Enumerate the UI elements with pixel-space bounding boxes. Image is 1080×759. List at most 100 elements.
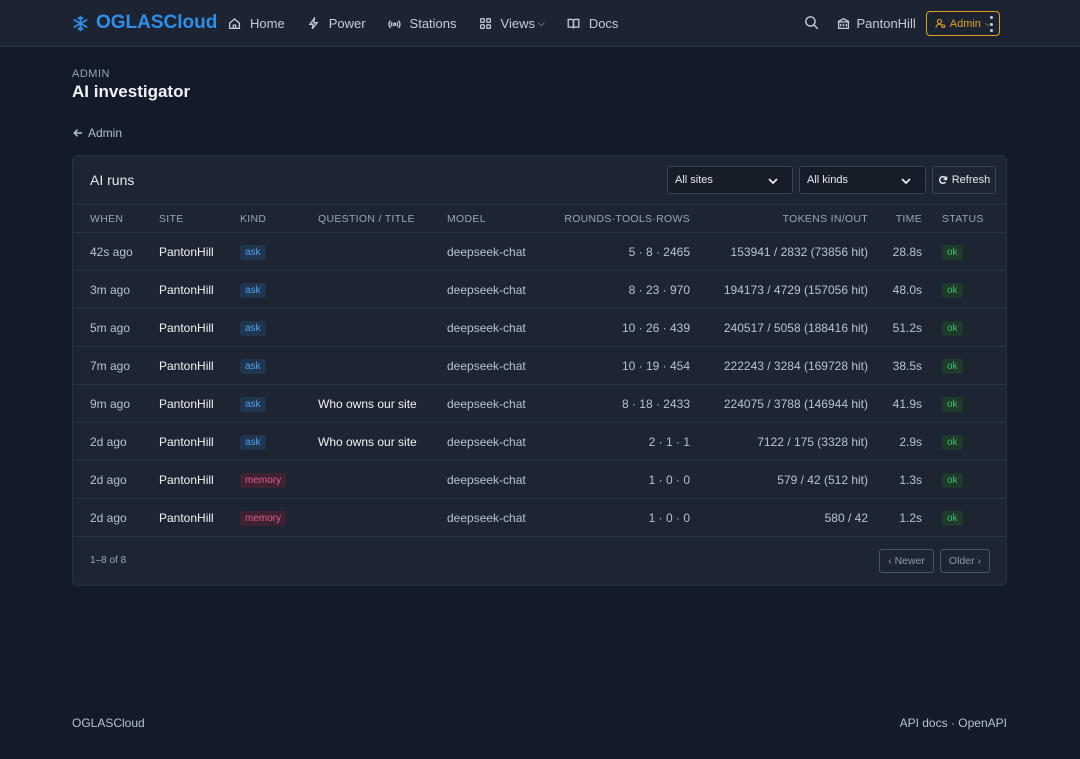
kebab-dot-icon	[989, 29, 993, 32]
cell-rounds-tools-rows: 8 · 18 · 2433	[553, 384, 690, 423]
cell-rounds-tools-rows: 2 · 1 · 1	[553, 422, 690, 461]
kind-filter-value: All kinds	[807, 174, 848, 186]
cell-status: ok	[922, 422, 1006, 461]
newer-page-button[interactable]: ‹ Newer	[879, 549, 934, 573]
kind-filter-select[interactable]: All kinds	[799, 166, 926, 194]
footer-links: API docs · OpenAPI	[900, 716, 1007, 730]
cell-kind: ask	[240, 270, 318, 309]
status-badge: ok	[942, 244, 963, 260]
top-navbar: OGLASCloud Home Power Stations Views ⌵ D…	[0, 0, 1080, 47]
cell-site: PantonHill	[159, 346, 240, 385]
status-badge: ok	[942, 282, 963, 298]
kind-badge: ask	[240, 396, 266, 412]
nav-home[interactable]: Home	[228, 13, 285, 33]
book-icon	[567, 18, 580, 29]
chevron-down-icon	[901, 178, 911, 185]
cell-time: 48.0s	[868, 270, 922, 309]
cell-status: ok	[922, 346, 1006, 385]
cell-when: 9m ago	[73, 384, 159, 423]
nav-views[interactable]: Views ⌵	[479, 13, 545, 33]
back-to-admin-link[interactable]: Admin	[73, 126, 122, 140]
kind-badge: ask	[240, 282, 266, 298]
cell-site: PantonHill	[159, 460, 240, 499]
cell-kind: ask	[240, 232, 318, 271]
column-header-question[interactable]: QUESTION / TITLE	[318, 204, 447, 233]
card-title: AI runs	[90, 172, 135, 188]
footer-brand: OGLASCloud	[72, 716, 145, 730]
cell-kind: ask	[240, 384, 318, 423]
table-row[interactable]: 9m ago PantonHill ask Who owns our site deep…	[73, 384, 1006, 423]
more-menu-button[interactable]	[988, 14, 994, 34]
main-nav: Home Power Stations Views ⌵ Docs	[228, 13, 640, 33]
table-row[interactable]: 7m ago PantonHill ask deepseek-chat 10 · 19 …	[73, 346, 1006, 385]
refresh-icon	[938, 175, 948, 185]
site-filter-select[interactable]: All sites	[667, 166, 793, 194]
chevron-down-icon: ⌵	[537, 17, 545, 28]
table-row[interactable]: 2d ago PantonHill ask Who owns our site deep…	[73, 422, 1006, 461]
cell-kind: memory	[240, 498, 318, 537]
cell-status: ok	[922, 232, 1006, 271]
site-switcher[interactable]: PantonHill	[837, 16, 916, 31]
right-nav: PantonHill Admin ⌵	[803, 11, 1000, 36]
broadcast-icon	[387, 19, 401, 28]
nav-docs[interactable]: Docs	[567, 13, 618, 33]
nav-stations[interactable]: Stations	[387, 13, 457, 33]
status-badge: ok	[942, 396, 963, 412]
cell-status: ok	[922, 384, 1006, 423]
cell-when: 7m ago	[73, 346, 159, 385]
column-header-kind[interactable]: KIND	[240, 204, 318, 233]
cell-tokens: 222243 / 3284 (169728 hit)	[690, 346, 868, 385]
cell-question: Who owns our site	[318, 422, 447, 461]
brand-snowflake-icon	[73, 15, 88, 31]
arrow-left-icon	[73, 129, 83, 137]
site-switcher-label: PantonHill	[856, 16, 916, 31]
cell-model: deepseek-chat	[447, 498, 553, 537]
table-row[interactable]: 2d ago PantonHill memory deepseek-chat 1 · 0…	[73, 460, 1006, 499]
api-docs-link[interactable]: API docs	[900, 716, 948, 730]
brand-logo[interactable]: OGLASCloud	[72, 12, 217, 34]
cell-time: 28.8s	[868, 232, 922, 271]
cell-rounds-tools-rows: 10 · 26 · 439	[553, 308, 690, 347]
column-header-status[interactable]: STATUS	[922, 204, 1006, 233]
cell-status: ok	[922, 270, 1006, 309]
nav-power[interactable]: Power	[307, 13, 366, 33]
search-button[interactable]	[803, 14, 823, 34]
cell-time: 51.2s	[868, 308, 922, 347]
cell-when: 3m ago	[73, 270, 159, 309]
refresh-label: Refresh	[951, 174, 991, 186]
chevron-down-icon	[768, 178, 778, 185]
column-header-rounds-tools-rows[interactable]: ROUNDS·TOOLS·ROWS	[553, 204, 690, 233]
older-page-button[interactable]: Older ›	[940, 549, 990, 573]
table-row[interactable]: 5m ago PantonHill ask deepseek-chat 10 · 26 …	[73, 308, 1006, 347]
cell-question	[318, 270, 447, 309]
cell-model: deepseek-chat	[447, 422, 553, 461]
kebab-dot-icon	[989, 16, 993, 19]
openapi-link[interactable]: OpenAPI	[958, 716, 1007, 730]
nav-stations-label: Stations	[409, 15, 457, 31]
column-header-when[interactable]: WHEN	[73, 204, 159, 233]
column-header-model[interactable]: MODEL	[447, 204, 553, 233]
column-header-tokens[interactable]: TOKENS IN/OUT	[690, 204, 868, 233]
cell-rounds-tools-rows: 1 · 0 · 0	[553, 460, 690, 499]
cell-tokens: 580 / 42	[690, 498, 868, 537]
table-row[interactable]: 3m ago PantonHill ask deepseek-chat 8 · 23 ·…	[73, 270, 1006, 309]
cell-status: ok	[922, 460, 1006, 499]
cell-site: PantonHill	[159, 308, 240, 347]
cell-site: PantonHill	[159, 270, 240, 309]
status-badge: ok	[942, 358, 963, 374]
cell-when: 42s ago	[73, 232, 159, 271]
cell-question	[318, 460, 447, 499]
column-header-site[interactable]: SITE	[159, 204, 240, 233]
column-header-time[interactable]: TIME	[868, 204, 922, 233]
cell-time: 1.2s	[868, 498, 922, 537]
refresh-button[interactable]: Refresh	[932, 166, 996, 194]
cell-time: 2.9s	[868, 422, 922, 461]
kebab-dot-icon	[989, 22, 993, 26]
cell-when: 2d ago	[73, 460, 159, 499]
admin-menu-label: Admin	[949, 17, 981, 30]
table-row[interactable]: 42s ago PantonHill ask deepseek-chat 5 · 8 ·…	[73, 232, 1006, 271]
cell-model: deepseek-chat	[447, 270, 553, 309]
cell-kind: ask	[240, 308, 318, 347]
chevron-left-icon: ‹	[888, 555, 892, 567]
table-row[interactable]: 2d ago PantonHill memory deepseek-chat 1 · 0…	[73, 498, 1006, 537]
